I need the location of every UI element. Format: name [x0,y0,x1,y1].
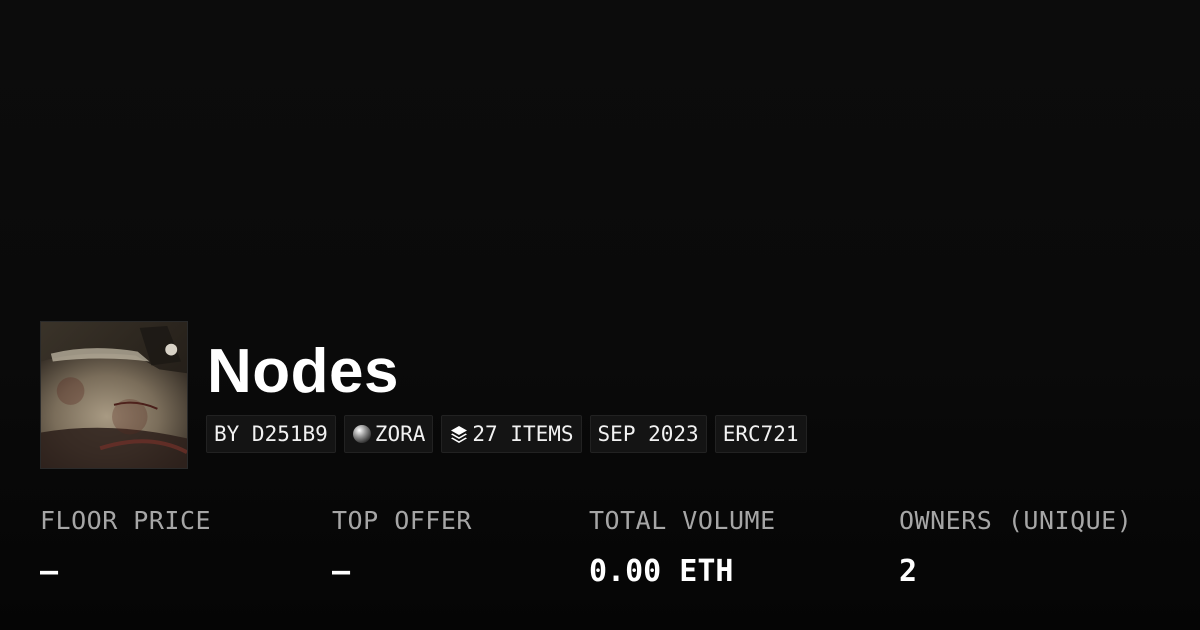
date-badge: SEP 2023 [589,415,707,453]
stat-label: OWNERS (UNIQUE) [899,506,1133,535]
stat-value: 2 [899,554,918,589]
collection-card: Nodes BY D251B9 ZORA 27 ITEMS SEP 2023 E… [0,0,1200,630]
items-badge[interactable]: 27 ITEMS [441,415,582,453]
layers-icon [449,424,469,444]
collection-title: Nodes [207,337,399,406]
standard-label: ERC721 [722,422,799,446]
creator-label: BY D251B9 [214,422,328,446]
stat-floor-price: FLOOR PRICE – [40,503,211,590]
stat-value: – [332,554,351,589]
date-label: SEP 2023 [597,422,699,446]
items-label: 27 ITEMS [472,422,574,446]
stat-owners: OWNERS (UNIQUE) 2 [899,503,1132,590]
vintage-car-image [41,322,187,468]
stat-total-volume: TOTAL VOLUME 0.00 ETH [589,503,776,590]
stat-value: 0.00 ETH [589,554,734,589]
stat-value: – [40,554,59,589]
stat-label: TOP OFFER [332,506,472,535]
zora-orb-icon [352,424,372,444]
collection-thumbnail[interactable] [40,321,188,469]
stat-label: TOTAL VOLUME [589,506,776,535]
chain-label: ZORA [374,422,426,446]
chain-badge[interactable]: ZORA [343,415,434,453]
collection-stats: FLOOR PRICE – TOP OFFER – TOTAL VOLUME 0… [0,503,1200,603]
collection-badges: BY D251B9 ZORA 27 ITEMS SEP 2023 ERC721 [206,415,807,453]
standard-badge: ERC721 [714,415,807,453]
creator-badge[interactable]: BY D251B9 [206,415,336,453]
stat-label: FLOOR PRICE [40,506,212,535]
stat-top-offer: TOP OFFER – [332,503,472,590]
